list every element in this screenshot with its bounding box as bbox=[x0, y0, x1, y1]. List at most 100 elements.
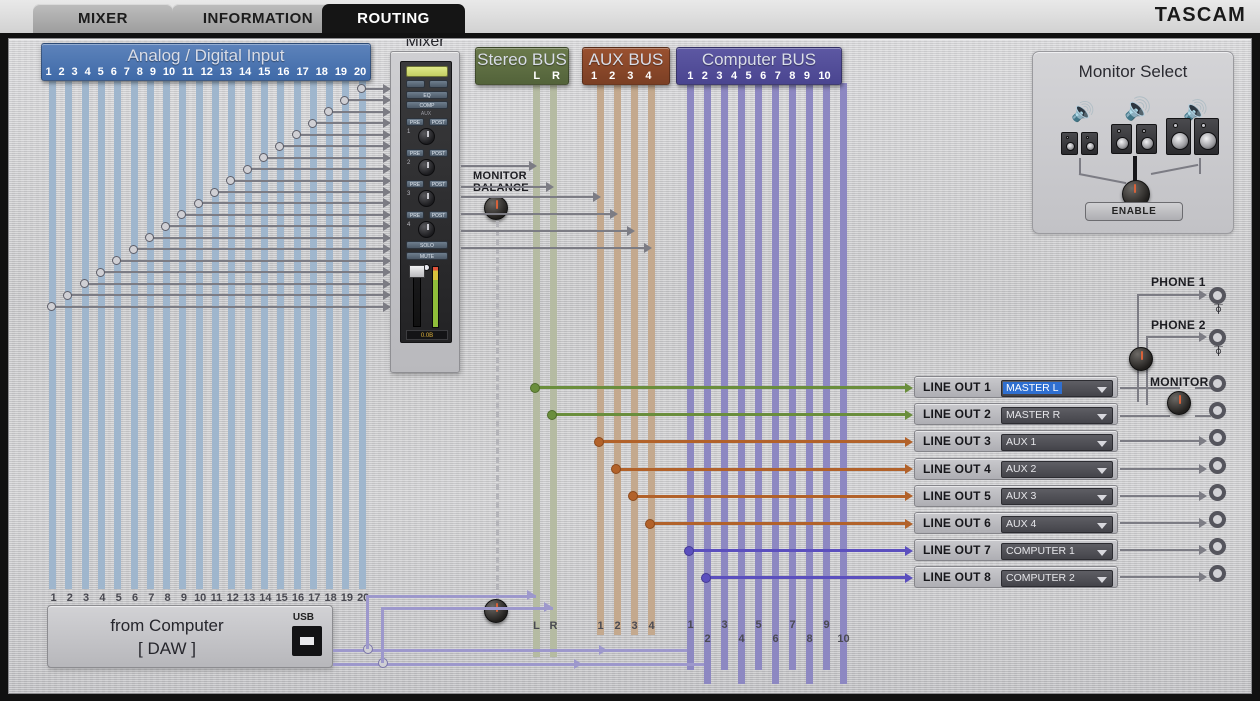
mixer-to-aux-wire-3 bbox=[461, 230, 633, 232]
input-num-1: 1 bbox=[45, 66, 51, 78]
mixer-channel-strip[interactable]: EQ COMP AUX PREPOST1PREPOST2PREPOST3PREP… bbox=[400, 61, 452, 343]
line-out-select-2[interactable]: MASTER R bbox=[1001, 407, 1113, 424]
line-out-source-dot-1[interactable] bbox=[530, 383, 540, 393]
line-out-row-8[interactable]: LINE OUT 8COMPUTER 2 bbox=[914, 566, 1118, 588]
aux2-send-knob[interactable] bbox=[418, 159, 435, 176]
aux3-send-knob[interactable] bbox=[418, 190, 435, 207]
line-out-source-dot-3[interactable] bbox=[594, 437, 604, 447]
monitor-level-knob[interactable] bbox=[1167, 391, 1191, 415]
input-dot-17[interactable] bbox=[308, 119, 317, 128]
input-dot-3[interactable] bbox=[80, 279, 89, 288]
line-out-source-arrow-3 bbox=[905, 437, 913, 447]
input-dot-15[interactable] bbox=[275, 142, 284, 151]
comp-button[interactable]: COMP bbox=[406, 101, 448, 109]
aux4-pre-button[interactable]: PRE bbox=[406, 211, 424, 219]
fader-cap[interactable] bbox=[409, 265, 425, 278]
input-dot-6[interactable] bbox=[129, 245, 138, 254]
phase-button[interactable] bbox=[406, 80, 425, 88]
monitor-select-panel: Monitor Select 🔊 🔊 bbox=[1032, 51, 1234, 234]
solo-button[interactable]: SOLO bbox=[406, 241, 448, 249]
computer-bus-column-5 bbox=[755, 83, 762, 670]
line-out-row-7[interactable]: LINE OUT 7COMPUTER 1 bbox=[914, 539, 1118, 561]
enable-button[interactable]: ENABLE bbox=[1085, 202, 1183, 221]
line-out-row-3[interactable]: LINE OUT 3AUX 1 bbox=[914, 430, 1118, 452]
input-num-11: 11 bbox=[182, 66, 194, 78]
input-dot-11[interactable] bbox=[210, 188, 219, 197]
input-dot-13[interactable] bbox=[243, 165, 252, 174]
input-bottom-num-2: 2 bbox=[63, 592, 77, 604]
line-out-label-2: LINE OUT 2 bbox=[923, 407, 991, 421]
aux3-pre-button[interactable]: PRE bbox=[406, 180, 424, 188]
input-num-5: 5 bbox=[98, 66, 104, 78]
daw-balance-knob[interactable] bbox=[484, 599, 508, 623]
line-out-source-dot-8[interactable] bbox=[701, 573, 711, 583]
line-out-select-7[interactable]: COMPUTER 1 bbox=[1001, 543, 1113, 560]
jack-arrow-8 bbox=[1199, 572, 1207, 582]
trim-button[interactable] bbox=[429, 80, 448, 88]
input-num-19: 19 bbox=[335, 66, 347, 78]
chevron-down-icon bbox=[1097, 387, 1107, 393]
line-out-select-1[interactable]: MASTER L bbox=[1001, 380, 1113, 397]
input-dot-8[interactable] bbox=[161, 222, 170, 231]
phones-level-knob[interactable] bbox=[1129, 347, 1153, 371]
aux4-send-knob[interactable] bbox=[418, 221, 435, 238]
line-out-source-dot-2[interactable] bbox=[547, 410, 557, 420]
daw-wire-arrow-1 bbox=[599, 645, 607, 655]
line-out-row-6[interactable]: LINE OUT 6AUX 4 bbox=[914, 512, 1118, 534]
input-dot-2[interactable] bbox=[63, 291, 72, 300]
mixer-to-aux-arrow-2 bbox=[610, 209, 618, 219]
line-out-row-5[interactable]: LINE OUT 5AUX 3 bbox=[914, 485, 1118, 507]
output-jack-5[interactable] bbox=[1209, 484, 1226, 501]
aux2-post-button[interactable]: POST bbox=[429, 149, 448, 157]
mute-button[interactable]: MUTE bbox=[406, 252, 448, 260]
line-out-source-dot-6[interactable] bbox=[645, 519, 655, 529]
line-out-row-1[interactable]: LINE OUT 1MASTER L bbox=[914, 376, 1118, 398]
mixer-strip-panel[interactable]: EQ COMP AUX PREPOST1PREPOST2PREPOST3PREP… bbox=[390, 51, 460, 373]
output-jack-7[interactable] bbox=[1209, 538, 1226, 555]
output-jack-8[interactable] bbox=[1209, 565, 1226, 582]
monitor-balance-knob[interactable] bbox=[484, 196, 508, 220]
line-out-value-5: AUX 3 bbox=[1006, 490, 1036, 502]
computer-bus-title: Computer BUS bbox=[677, 50, 841, 70]
aux1-send-knob[interactable] bbox=[418, 128, 435, 145]
tab-routing[interactable]: ROUTING bbox=[322, 4, 465, 33]
line-out-row-2[interactable]: LINE OUT 2 MASTER R bbox=[914, 403, 1118, 425]
line-out-source-arrow-7 bbox=[905, 546, 913, 556]
output-jack-1[interactable] bbox=[1209, 375, 1226, 392]
aux3-post-button[interactable]: POST bbox=[429, 180, 448, 188]
line-out-source-dot-7[interactable] bbox=[684, 546, 694, 556]
input-num-6: 6 bbox=[111, 66, 117, 78]
line-out-row-4[interactable]: LINE OUT 4AUX 2 bbox=[914, 458, 1118, 480]
computer-bus-column-10 bbox=[840, 83, 847, 684]
tab-mixer[interactable]: MIXER bbox=[33, 4, 173, 33]
input-dot-14[interactable] bbox=[259, 153, 268, 162]
input-bottom-num-11: 11 bbox=[210, 592, 224, 604]
output-jack-6[interactable] bbox=[1209, 511, 1226, 528]
line-out-select-3[interactable]: AUX 1 bbox=[1001, 434, 1113, 451]
daw-wire-out-2 bbox=[333, 663, 704, 666]
input-dot-10[interactable] bbox=[194, 199, 203, 208]
tab-information[interactable]: INFORMATION bbox=[172, 4, 344, 33]
aux2-pre-button[interactable]: PRE bbox=[406, 149, 424, 157]
gain-readout: 0.0B bbox=[406, 330, 448, 340]
eq-button[interactable]: EQ bbox=[406, 91, 448, 99]
line-out-value-6: AUX 4 bbox=[1006, 518, 1036, 530]
line-out-select-6[interactable]: AUX 4 bbox=[1001, 516, 1113, 533]
line-out-select-8[interactable]: COMPUTER 2 bbox=[1001, 570, 1113, 587]
input-dot-4[interactable] bbox=[96, 268, 105, 277]
input-column-13 bbox=[245, 81, 252, 589]
line-out-source-arrow-4 bbox=[905, 464, 913, 474]
output-jack-3[interactable] bbox=[1209, 429, 1226, 446]
input-dot-16[interactable] bbox=[292, 130, 301, 139]
aux1-pre-button[interactable]: PRE bbox=[406, 118, 424, 126]
jack-wire-5 bbox=[1120, 495, 1202, 497]
input-dot-1[interactable] bbox=[47, 302, 56, 311]
aux4-post-button[interactable]: POST bbox=[429, 211, 448, 219]
output-jack-2[interactable] bbox=[1209, 402, 1226, 419]
line-out-select-5[interactable]: AUX 3 bbox=[1001, 488, 1113, 505]
aux1-post-button[interactable]: POST bbox=[429, 118, 448, 126]
line-out-value-1: MASTER L bbox=[1003, 382, 1062, 394]
line-out-select-4[interactable]: AUX 2 bbox=[1001, 461, 1113, 478]
input-num-3: 3 bbox=[72, 66, 78, 78]
output-jack-4[interactable] bbox=[1209, 457, 1226, 474]
